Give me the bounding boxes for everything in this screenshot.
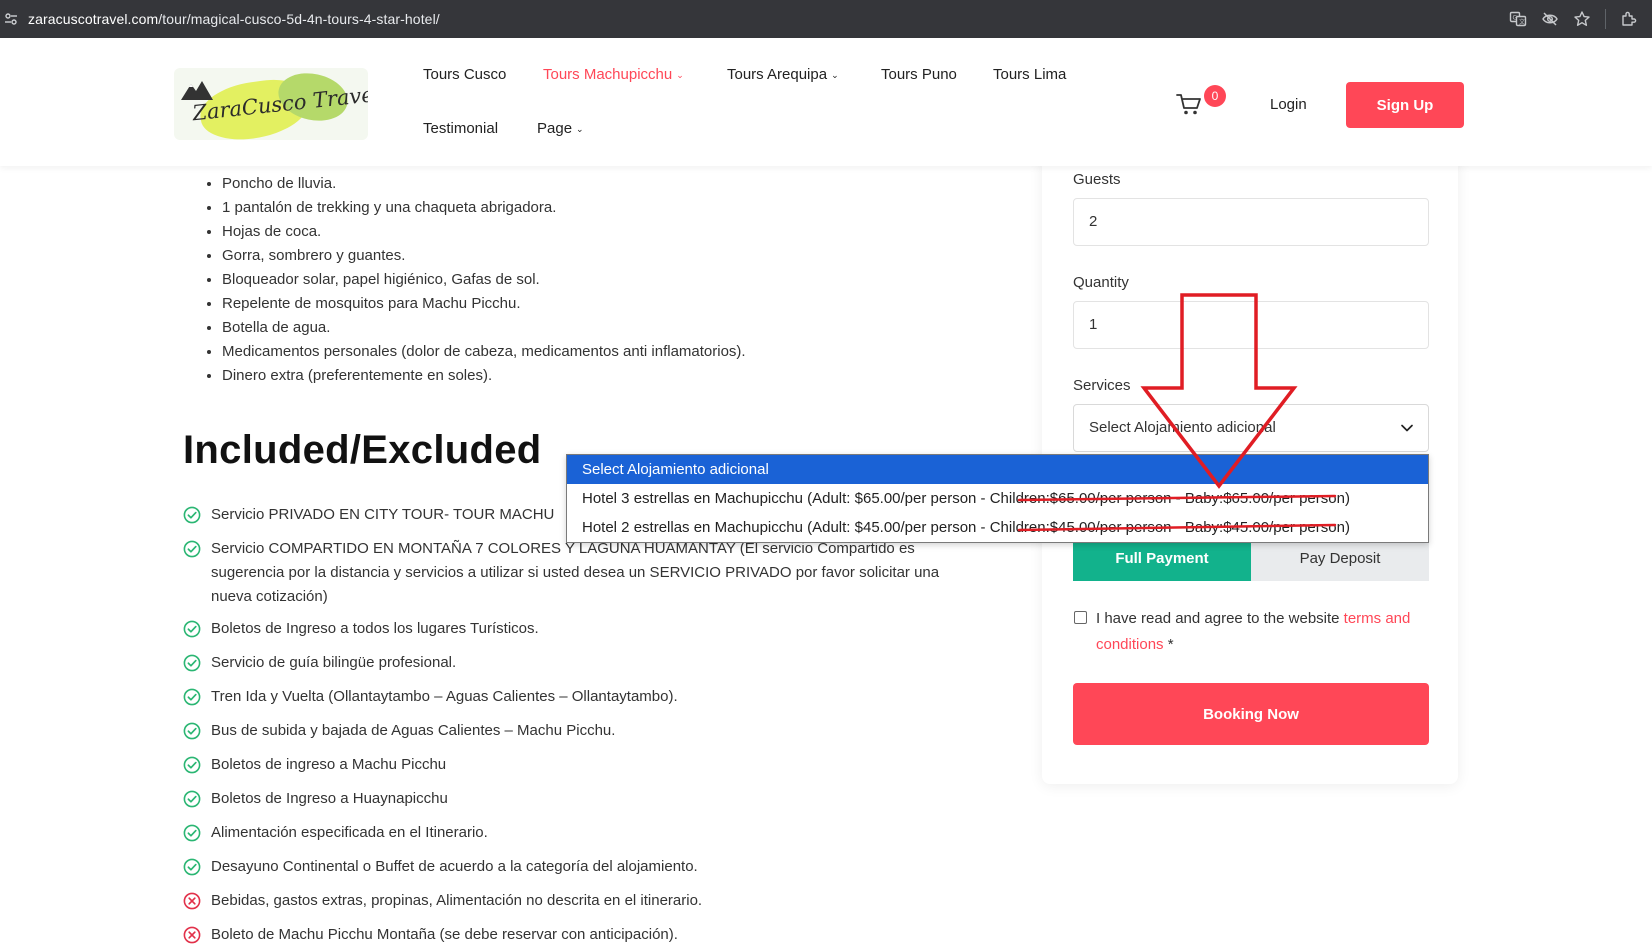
list-item: Bloqueador solar, papel higiénico, Gafas… bbox=[222, 268, 746, 292]
url-host: zaracuscotravel.com bbox=[28, 11, 159, 27]
eye-off-icon[interactable] bbox=[1541, 10, 1559, 28]
list-item: Gorra, sombrero y guantes. bbox=[222, 244, 746, 268]
services-option-placeholder[interactable]: Select Alojamiento adicional bbox=[567, 455, 1428, 484]
included-item: Boletos de Ingreso a todos los lugares T… bbox=[183, 617, 981, 641]
cross-circle-icon bbox=[183, 892, 201, 910]
item-text: Alimentación especificada en el Itinerar… bbox=[211, 824, 488, 841]
list-item: Hojas de coca. bbox=[222, 220, 746, 244]
login-link[interactable]: Login bbox=[1270, 96, 1307, 113]
services-dropdown-list: Select Alojamiento adicional Hotel 3 est… bbox=[566, 454, 1429, 543]
nav-tours-lima[interactable]: Tours Lima bbox=[993, 66, 1066, 83]
what-to-bring-list: Poncho de lluvia. 1 pantalón de trekking… bbox=[200, 172, 746, 388]
services-option-hotel-3-stars[interactable]: Hotel 3 estrellas en Machupicchu (Adult:… bbox=[567, 484, 1428, 513]
excluded-item: Bebidas, gastos extras, propinas, Alimen… bbox=[183, 889, 981, 913]
nav-page[interactable]: Page ⌄ bbox=[537, 120, 584, 137]
nav-label: Tours Cusco bbox=[423, 66, 507, 83]
services-select[interactable]: Select Alojamiento adicional bbox=[1073, 404, 1429, 452]
nav-tours-puno[interactable]: Tours Puno bbox=[881, 66, 957, 83]
translate-icon[interactable]: G文 bbox=[1509, 10, 1527, 28]
nav-label: Page bbox=[537, 120, 573, 137]
check-circle-icon bbox=[183, 858, 201, 876]
check-circle-icon bbox=[183, 824, 201, 842]
nav-tours-arequipa[interactable]: Tours Arequipa ⌄ bbox=[727, 66, 839, 83]
nav-label: Tours Lima bbox=[993, 66, 1067, 83]
check-circle-icon bbox=[183, 790, 201, 808]
included-item: Tren Ida y Vuelta (Ollantaytambo – Aguas… bbox=[183, 685, 981, 709]
bookmark-star-icon[interactable] bbox=[1573, 10, 1591, 28]
nav-label: Testimonial bbox=[423, 120, 499, 137]
item-text: Servicio COMPARTIDO EN MONTAÑA 7 COLORES… bbox=[211, 540, 940, 605]
chevron-down-icon: ⌄ bbox=[576, 124, 584, 134]
included-item: Desayuno Continental o Buffet de acuerdo… bbox=[183, 855, 981, 879]
svg-text:文: 文 bbox=[1519, 18, 1525, 26]
included-item: Servicio COMPARTIDO EN MONTAÑA 7 COLORES… bbox=[183, 537, 971, 609]
list-item: Poncho de lluvia. bbox=[222, 172, 746, 196]
svg-text:G: G bbox=[1513, 15, 1518, 22]
quantity-input[interactable]: 1 bbox=[1073, 301, 1429, 349]
included-excluded-heading: Included/Excluded bbox=[183, 428, 542, 472]
included-item: Alimentación especificada en el Itinerar… bbox=[183, 821, 981, 845]
list-item: Dinero extra (preferentemente en soles). bbox=[222, 364, 746, 388]
services-label: Services bbox=[1073, 377, 1131, 394]
chevron-down-icon: ⌄ bbox=[831, 70, 839, 80]
list-item: 1 pantalón de trekking y una chaqueta ab… bbox=[222, 196, 746, 220]
site-info-icon[interactable] bbox=[4, 12, 18, 26]
chevron-down-icon bbox=[1401, 424, 1413, 432]
item-text: Servicio de guía bilingüe profesional. bbox=[211, 654, 457, 671]
item-text: Boleto de Machu Picchu Montaña (se debe … bbox=[211, 926, 678, 943]
cart-icon[interactable] bbox=[1176, 92, 1202, 116]
cart-count-badge: 0 bbox=[1204, 85, 1226, 107]
item-text: Boletos de ingreso a Machu Picchu bbox=[211, 756, 447, 773]
services-option-hotel-2-stars[interactable]: Hotel 2 estrellas en Machupicchu (Adult:… bbox=[567, 513, 1428, 542]
included-item: Servicio de guía bilingüe profesional. bbox=[183, 651, 981, 675]
item-text: Bebidas, gastos extras, propinas, Alimen… bbox=[211, 892, 703, 909]
services-selected-value: Select Alojamiento adicional bbox=[1089, 419, 1276, 436]
cross-circle-icon bbox=[183, 926, 201, 944]
check-circle-icon bbox=[183, 654, 201, 672]
item-text: Boletos de Ingreso a todos los lugares T… bbox=[211, 620, 539, 637]
nav-label: Tours Machupicchu bbox=[543, 66, 673, 83]
excluded-item: Boleto de Machu Picchu Montaña (se debe … bbox=[183, 923, 981, 947]
item-text: Bus de subida y bajada de Aguas Caliente… bbox=[211, 722, 616, 739]
sign-up-button[interactable]: Sign Up bbox=[1346, 82, 1464, 128]
list-item: Repelente de mosquitos para Machu Picchu… bbox=[222, 292, 746, 316]
check-circle-icon bbox=[183, 722, 201, 740]
included-item: Boletos de Ingreso a Huaynapicchu bbox=[183, 787, 981, 811]
guests-label: Guests bbox=[1073, 171, 1121, 188]
included-item: Boletos de ingreso a Machu Picchu bbox=[183, 753, 981, 777]
nav-label: Tours Arequipa bbox=[727, 66, 828, 83]
check-circle-icon bbox=[183, 506, 201, 524]
url-field[interactable]: zaracuscotravel.com/tour/magical-cusco-5… bbox=[28, 11, 440, 27]
mountain-logo-icon bbox=[181, 81, 213, 100]
terms-prefix: I have read and agree to the website bbox=[1096, 610, 1344, 627]
list-item: Botella de agua. bbox=[222, 316, 746, 340]
booking-now-button[interactable]: Booking Now bbox=[1073, 683, 1429, 745]
nav-tours-cusco[interactable]: Tours Cusco bbox=[423, 66, 506, 83]
check-circle-icon bbox=[183, 620, 201, 638]
item-text: Desayuno Continental o Buffet de acuerdo… bbox=[211, 858, 698, 875]
terms-text: I have read and agree to the website ter… bbox=[1096, 606, 1416, 658]
check-circle-icon bbox=[183, 756, 201, 774]
guests-input[interactable]: 2 bbox=[1073, 198, 1429, 246]
check-circle-icon bbox=[183, 540, 201, 558]
toolbar-divider bbox=[1605, 9, 1606, 29]
required-asterisk: * bbox=[1163, 636, 1174, 653]
list-item: Medicamentos personales (dolor de cabeza… bbox=[222, 340, 746, 364]
extensions-icon[interactable] bbox=[1620, 10, 1638, 28]
nav-tours-machupicchu[interactable]: Tours Machupicchu ⌄ bbox=[543, 66, 684, 83]
terms-checkbox[interactable] bbox=[1074, 611, 1087, 624]
url-path: /tour/magical-cusco-5d-4n-tours-4-star-h… bbox=[158, 11, 440, 27]
browser-address-bar: zaracuscotravel.com/tour/magical-cusco-5… bbox=[0, 0, 1652, 38]
included-item: Bus de subida y bajada de Aguas Caliente… bbox=[183, 719, 981, 743]
quantity-label: Quantity bbox=[1073, 274, 1129, 291]
chevron-down-icon: ⌄ bbox=[676, 70, 684, 80]
item-text: Tren Ida y Vuelta (Ollantaytambo – Aguas… bbox=[211, 688, 678, 705]
item-text: Boletos de Ingreso a Huaynapicchu bbox=[211, 790, 448, 807]
site-logo[interactable]: ZaraCusco Travel bbox=[174, 68, 368, 140]
nav-testimonial[interactable]: Testimonial bbox=[423, 120, 498, 137]
nav-label: Tours Puno bbox=[881, 66, 957, 83]
check-circle-icon bbox=[183, 688, 201, 706]
